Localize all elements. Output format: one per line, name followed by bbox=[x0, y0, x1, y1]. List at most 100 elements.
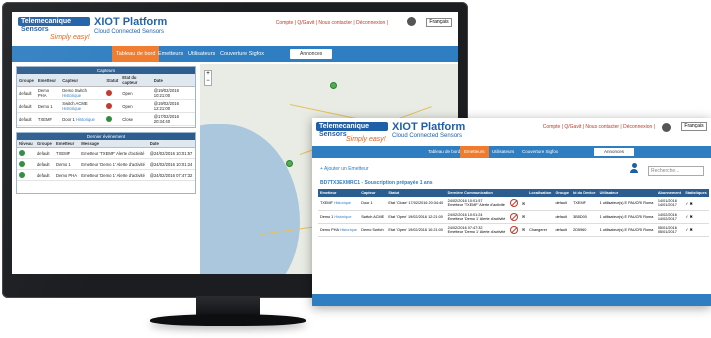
historique-link[interactable]: Historique bbox=[76, 117, 95, 122]
no-entry-icon[interactable] bbox=[509, 212, 518, 221]
col-header[interactable]: Statistiques bbox=[683, 189, 709, 197]
account-links[interactable]: Compte | Q/Gavit | Nous contacter | Déco… bbox=[543, 124, 655, 130]
search-input[interactable]: Recherche... bbox=[648, 166, 704, 176]
col-header[interactable]: Emetteur bbox=[318, 189, 360, 197]
col-header[interactable]: Groupe bbox=[34, 140, 55, 148]
col-header[interactable]: Utilisateur bbox=[597, 189, 656, 197]
emetteurs-table: Emetteur Capteur Statut Dernière Communi… bbox=[318, 189, 709, 237]
col-header[interactable]: Dernière Communication bbox=[445, 189, 508, 197]
subscription-title: BD7TX3EXMRC1 - Souscription prépayée 1 a… bbox=[320, 180, 433, 186]
cell-emetteur: TXEMF bbox=[35, 112, 61, 126]
map-sea bbox=[200, 124, 300, 274]
col-header[interactable]: Statut bbox=[104, 74, 121, 87]
historique-link[interactable]: Historique bbox=[62, 106, 81, 111]
table-row[interactable]: default TXEMF Emetteur 'TXEMF' Alerte d'… bbox=[17, 147, 195, 159]
events-table: Niveau Groupe Emetteur Message Date defa… bbox=[17, 140, 195, 181]
cell-groupe: default bbox=[553, 223, 572, 237]
no-entry-icon[interactable] bbox=[509, 225, 518, 234]
col-header[interactable] bbox=[507, 189, 520, 197]
cell-date: @17/02/2016 20:34:40 bbox=[151, 112, 195, 126]
historique-link[interactable]: Historique bbox=[334, 201, 351, 205]
cell-emetteur: Demo PHA bbox=[35, 86, 61, 100]
tab-dashboard[interactable]: Tableau de bord bbox=[112, 46, 160, 62]
capteurs-panel: Capteurs Groupe Emetteur Capteur Statut … bbox=[16, 66, 196, 128]
col-header[interactable]: Localisation bbox=[527, 189, 554, 197]
language-select[interactable]: Français bbox=[681, 122, 707, 131]
col-header[interactable]: Statut bbox=[386, 189, 446, 197]
cell-localisation: Changerer bbox=[527, 223, 554, 237]
cell-alert bbox=[507, 197, 520, 211]
table-row[interactable]: Demo PHA Historique Demo Switch Etat 'Op… bbox=[318, 223, 709, 237]
cell-alert bbox=[507, 210, 520, 224]
cell-emetteur: TXEMF Historique bbox=[318, 197, 360, 211]
cell-date: @24/02/2016 07:47:32 bbox=[147, 169, 195, 181]
col-header[interactable]: Id du Device bbox=[571, 189, 598, 197]
tab-couverture[interactable]: Couverture Sigfox bbox=[518, 146, 562, 158]
historique-link[interactable]: Historique bbox=[62, 93, 81, 98]
col-header[interactable]: Capteur bbox=[359, 189, 387, 197]
tab-utilisateurs[interactable]: Utilisateurs bbox=[488, 146, 518, 158]
level-dot-icon bbox=[19, 172, 25, 178]
cell-capteur: Demo Switch Historique bbox=[60, 86, 105, 100]
annonces-button[interactable]: Annonces bbox=[290, 49, 333, 59]
cell-statut: Etat 'Open' 19/02/2016 12:21:00 bbox=[386, 210, 446, 224]
table-row[interactable]: default Demo PHA Demo Switch Historique … bbox=[17, 86, 195, 100]
historique-link[interactable]: Historique bbox=[334, 215, 351, 219]
cell-stats[interactable]: ✓ ✖ bbox=[683, 223, 709, 237]
col-header[interactable] bbox=[519, 189, 528, 197]
tab-dashboard[interactable]: Tableau de bord bbox=[424, 146, 464, 158]
historique-link[interactable]: Historique bbox=[340, 228, 357, 232]
annonces-button[interactable]: Annonces bbox=[594, 148, 635, 156]
table-row[interactable]: Demo 1 Historique Switch ACME Etat 'Open… bbox=[318, 210, 709, 224]
table-row[interactable]: default TXEMF Door 1 Historique Close @1… bbox=[17, 112, 195, 126]
table-row[interactable]: default Demo 1 Emetteur 'Demo 1' Alerte … bbox=[17, 158, 195, 170]
table-row[interactable]: TXEMF Historique Door 1 Etat 'Close' 17/… bbox=[318, 197, 709, 211]
status-dot-icon bbox=[106, 116, 113, 122]
col-header[interactable]: Date bbox=[147, 140, 195, 148]
col-header[interactable]: Capteur bbox=[60, 74, 105, 87]
col-header[interactable]: Niveau bbox=[17, 140, 35, 148]
user-icon[interactable] bbox=[630, 163, 638, 173]
app-header: Telemecanique Sensors Simply easy! XIOT … bbox=[12, 12, 458, 46]
comm-message: Emetteur 'TXEMF' Alerte d'activité bbox=[447, 203, 505, 208]
capteurs-panel-title: Capteurs bbox=[17, 67, 195, 74]
table-row[interactable]: default Demo 1 Switch ACME Historique Op… bbox=[17, 99, 195, 113]
add-emetteur-link[interactable]: + Ajouter un Emetteur bbox=[320, 166, 369, 172]
cell-emetteur: Demo 1 bbox=[54, 158, 80, 170]
window2-header: Telemecanique Sensors Simply easy! XIOT … bbox=[312, 118, 711, 146]
tab-emetteurs[interactable]: Emetteurs bbox=[154, 46, 187, 62]
col-header[interactable]: Etat du capteur bbox=[120, 74, 152, 87]
cell-stats[interactable]: ✓ ✖ bbox=[683, 210, 709, 224]
emetteur-name: Demo 1 bbox=[320, 214, 334, 219]
cell-stats[interactable]: ✓ ✖ bbox=[683, 197, 709, 211]
cell-capteur: Switch ACME Historique bbox=[60, 99, 105, 113]
globe-icon[interactable] bbox=[662, 123, 671, 132]
col-header[interactable]: Groupe bbox=[17, 74, 36, 87]
col-header[interactable]: Emetteur bbox=[54, 140, 80, 148]
tab-emetteurs[interactable]: Emetteurs bbox=[460, 146, 489, 158]
table-row[interactable]: default Demo PHA Emetteur 'Demo 1' Alert… bbox=[17, 169, 195, 181]
cell-groupe: default bbox=[17, 86, 36, 100]
window2-body: + Ajouter un Emetteur BD7TX3EXMRC1 - Sou… bbox=[312, 158, 711, 306]
col-header[interactable]: Message bbox=[79, 140, 148, 148]
col-header[interactable]: Emetteur bbox=[35, 74, 61, 87]
marketing-image: Telemecanique Sensors Simply easy! XIOT … bbox=[0, 0, 711, 338]
no-entry-icon[interactable] bbox=[509, 199, 518, 208]
events-panel-title: Dernier événement bbox=[17, 133, 195, 140]
col-header[interactable]: Date bbox=[151, 74, 195, 87]
map-pin-icon[interactable] bbox=[330, 82, 337, 89]
col-header[interactable]: Abonnement bbox=[655, 189, 684, 197]
cell-device: 2D5960 bbox=[571, 223, 598, 237]
globe-icon[interactable] bbox=[407, 17, 416, 26]
tab-utilisateurs[interactable]: Utilisateurs bbox=[184, 46, 219, 62]
tab-couverture[interactable]: Couverture Sigfox bbox=[216, 46, 268, 62]
user-role: Roma bbox=[643, 201, 654, 206]
language-select[interactable]: Français bbox=[426, 18, 452, 27]
cell-emetteur: Demo 1 Historique bbox=[318, 210, 360, 224]
cell-emetteur: Demo PHA bbox=[54, 169, 80, 181]
map-pin-icon[interactable] bbox=[286, 160, 293, 167]
map-zoom-control[interactable]: + − bbox=[204, 70, 212, 86]
account-links[interactable]: Compte | Q/Gavit | Nous contacter | Déco… bbox=[276, 20, 388, 26]
monitor-stand bbox=[150, 314, 306, 326]
col-header[interactable]: Groupe bbox=[553, 189, 572, 197]
